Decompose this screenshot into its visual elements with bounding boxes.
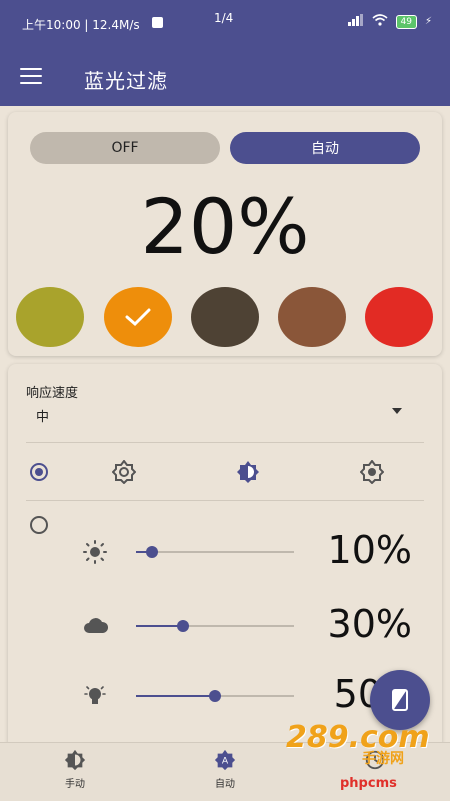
divider — [26, 442, 424, 443]
nav-manual[interactable]: 手动 — [35, 749, 115, 790]
signal-icon — [347, 14, 364, 29]
app-bar: 蓝光过滤 — [0, 50, 450, 106]
filter-intensity: 20% — [140, 182, 310, 271]
hamburger-menu-icon[interactable] — [20, 68, 42, 84]
watermark-site: phpcms — [340, 776, 397, 791]
notification-icon — [152, 17, 163, 28]
watermark-brand: 289.com — [286, 720, 430, 755]
slider-fill — [136, 625, 184, 627]
sun-icon — [82, 540, 108, 564]
brightness-auto-icon: A — [214, 749, 236, 771]
svg-text:A: A — [222, 756, 229, 767]
status-bar: 上午10:00 | 12.4M/s 1/4 49 ⚡ — [0, 0, 450, 50]
slider-thumb[interactable] — [209, 690, 221, 702]
swatch-brown[interactable] — [278, 287, 346, 347]
wifi-icon — [371, 14, 388, 29]
slider-thumb[interactable] — [145, 546, 158, 558]
lightbulb-icon — [82, 684, 108, 708]
brightness-half-icon[interactable] — [236, 460, 260, 484]
brightness-half-icon — [64, 749, 86, 771]
chevron-down-icon[interactable] — [392, 408, 402, 414]
page-title: 蓝光过滤 — [84, 69, 168, 93]
cloud-icon — [82, 614, 109, 638]
nav-manual-label: 手动 — [65, 779, 85, 790]
swatch-olive[interactable] — [16, 287, 84, 347]
swatch-dark-brown[interactable] — [191, 287, 259, 347]
slider-row-sun: 10% — [8, 528, 442, 572]
battery-icon: 49 — [395, 14, 417, 29]
check-icon — [104, 287, 172, 347]
status-time-speed: 上午10:00 | 12.4M/s — [22, 18, 140, 32]
divider — [26, 500, 424, 501]
swatch-orange[interactable] — [104, 287, 172, 347]
slider-track[interactable] — [136, 690, 294, 702]
slider-fill — [136, 695, 215, 697]
brightness-auto-icon[interactable] — [111, 459, 137, 485]
charging-icon: ⚡ — [424, 16, 432, 27]
slider-thumb[interactable] — [177, 620, 190, 632]
watermark-brand-cn: 手游网 — [362, 751, 404, 767]
slider-value: 30% — [327, 602, 412, 646]
slider-row-cloud: 30% — [8, 602, 442, 646]
off-button[interactable]: OFF — [30, 132, 220, 164]
nav-auto[interactable]: A 自动 — [185, 749, 265, 790]
page-counter: 1/4 — [214, 11, 234, 25]
response-speed-value[interactable]: 中 — [36, 406, 49, 425]
filter-card: OFF 自动 20% — [8, 112, 442, 356]
slider-track[interactable] — [136, 546, 294, 558]
swatch-red[interactable] — [365, 287, 433, 347]
nav-auto-label: 自动 — [215, 779, 235, 790]
settings-brightness-icon[interactable] — [359, 459, 385, 485]
auto-button[interactable]: 自动 — [230, 132, 420, 164]
radio-auto-mode[interactable] — [30, 463, 48, 481]
slider-value: 10% — [327, 528, 412, 572]
response-speed-label: 响应速度 — [26, 386, 79, 401]
slider-track[interactable] — [136, 620, 294, 632]
